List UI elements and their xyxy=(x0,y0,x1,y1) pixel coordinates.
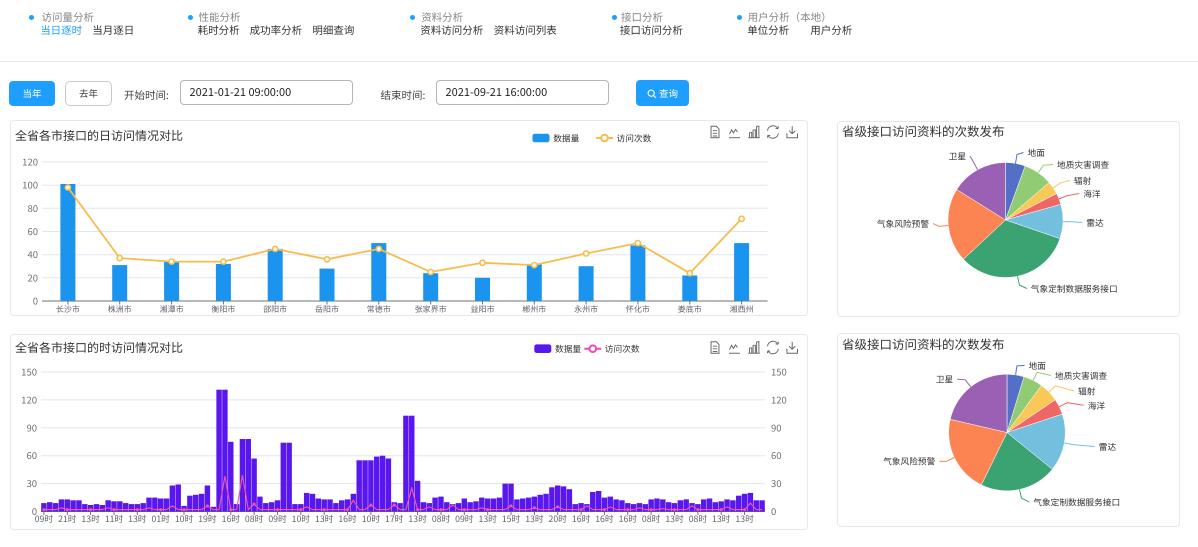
svg-text:湘潭市: 湘潭市 xyxy=(160,304,184,315)
svg-text:13时: 13时 xyxy=(665,512,684,525)
svg-text:雷达: 雷达 xyxy=(1086,216,1104,229)
svg-text:省级接口访问资料的次数发布: 省级接口访问资料的次数发布 xyxy=(842,122,1005,140)
svg-text:0: 0 xyxy=(33,294,38,308)
svg-text:湘西州: 湘西州 xyxy=(730,304,754,315)
svg-text:30: 30 xyxy=(771,476,782,490)
svg-text:08时: 08时 xyxy=(689,512,708,525)
svg-text:09时: 09时 xyxy=(268,512,287,525)
svg-text:海洋: 海洋 xyxy=(1083,187,1101,200)
svg-text:数据量: 数据量 xyxy=(553,132,579,145)
svg-text:雷达: 雷达 xyxy=(1099,440,1117,453)
svg-text:13时: 13时 xyxy=(408,512,427,525)
svg-text:150: 150 xyxy=(771,365,787,379)
svg-text:全省各市接口的时访问情况对比: 全省各市接口的时访问情况对比 xyxy=(15,339,183,356)
svg-text:13时: 13时 xyxy=(525,512,544,525)
svg-text:邵阳市: 邵阳市 xyxy=(263,304,287,315)
svg-text:10时: 10时 xyxy=(362,512,381,525)
svg-text:0: 0 xyxy=(771,504,776,518)
svg-text:16时: 16时 xyxy=(595,512,614,525)
svg-text:辐射: 辐射 xyxy=(1074,174,1092,187)
svg-text:益阳市: 益阳市 xyxy=(471,304,495,315)
svg-text:11时: 11时 xyxy=(105,512,124,525)
svg-text:60: 60 xyxy=(27,224,38,238)
svg-text:10时: 10时 xyxy=(175,512,194,525)
svg-text:09时: 09时 xyxy=(35,512,54,525)
svg-text:19时: 19时 xyxy=(198,512,217,525)
svg-text:13时: 13时 xyxy=(315,512,334,525)
svg-text:气象定制数据服务接口: 气象定制数据服务接口 xyxy=(1031,282,1118,295)
svg-text:120: 120 xyxy=(22,155,38,169)
svg-text:气象风险预警: 气象风险预警 xyxy=(877,217,929,230)
svg-text:地质灾害调查: 地质灾害调查 xyxy=(1057,158,1109,171)
svg-text:数据量: 数据量 xyxy=(555,342,581,355)
svg-text:17时: 17时 xyxy=(385,512,404,525)
svg-text:怀化市: 怀化市 xyxy=(626,304,650,315)
svg-text:株洲市: 株洲市 xyxy=(108,304,132,315)
svg-text:120: 120 xyxy=(21,392,37,406)
svg-text:全省各市接口的日访问情况对比: 全省各市接口的日访问情况对比 xyxy=(15,127,183,144)
svg-text:气象风险预警: 气象风险预警 xyxy=(883,455,935,468)
svg-text:21时: 21时 xyxy=(58,512,77,525)
svg-text:08时: 08时 xyxy=(642,512,661,525)
svg-text:16时: 16时 xyxy=(222,512,241,525)
svg-text:访问次数: 访问次数 xyxy=(617,132,652,145)
svg-text:13时: 13时 xyxy=(81,512,100,525)
svg-text:娄底市: 娄底市 xyxy=(678,304,702,315)
svg-text:辐射: 辐射 xyxy=(1078,385,1096,398)
svg-text:永州市: 永州市 xyxy=(574,304,598,315)
svg-text:16时: 16时 xyxy=(338,512,357,525)
svg-text:张家界市: 张家界市 xyxy=(415,304,447,315)
svg-text:地面: 地面 xyxy=(1028,146,1046,159)
svg-text:地质灾害调查: 地质灾害调查 xyxy=(1055,369,1107,382)
svg-text:13时: 13时 xyxy=(712,512,731,525)
svg-text:13时: 13时 xyxy=(735,512,754,525)
svg-text:60: 60 xyxy=(771,448,782,462)
svg-text:90: 90 xyxy=(771,420,782,434)
svg-text:120: 120 xyxy=(771,392,787,406)
svg-text:16时: 16时 xyxy=(572,512,591,525)
svg-text:卫星: 卫星 xyxy=(936,373,954,386)
svg-text:常德市: 常德市 xyxy=(367,304,391,315)
svg-text:长沙市: 长沙市 xyxy=(56,304,80,315)
svg-text:卫星: 卫星 xyxy=(949,150,967,163)
svg-text:30: 30 xyxy=(26,476,37,490)
svg-text:海洋: 海洋 xyxy=(1088,399,1106,412)
svg-text:40: 40 xyxy=(27,247,38,261)
svg-text:150: 150 xyxy=(21,365,37,379)
svg-text:13时: 13时 xyxy=(128,512,147,525)
svg-text:10时: 10时 xyxy=(292,512,311,525)
svg-text:地面: 地面 xyxy=(1029,359,1047,372)
svg-text:气象定制数据服务接口: 气象定制数据服务接口 xyxy=(1033,496,1120,509)
svg-text:20: 20 xyxy=(27,270,38,284)
svg-text:郴州市: 郴州市 xyxy=(522,304,546,315)
svg-text:20时: 20时 xyxy=(549,512,568,525)
svg-text:衡阳市: 衡阳市 xyxy=(211,304,235,315)
svg-text:01时: 01时 xyxy=(152,512,171,525)
svg-text:岳阳市: 岳阳市 xyxy=(315,304,339,315)
svg-text:80: 80 xyxy=(27,201,38,215)
svg-text:08时: 08时 xyxy=(245,512,264,525)
svg-text:13时: 13时 xyxy=(479,512,498,525)
svg-text:15时: 15时 xyxy=(502,512,521,525)
svg-text:08时: 08时 xyxy=(432,512,451,525)
svg-text:90: 90 xyxy=(26,420,37,434)
svg-text:100: 100 xyxy=(22,178,38,192)
svg-text:访问次数: 访问次数 xyxy=(605,342,640,355)
svg-text:16时: 16时 xyxy=(619,512,638,525)
svg-text:09时: 09时 xyxy=(455,512,474,525)
svg-text:省级接口访问资料的次数发布: 省级接口访问资料的次数发布 xyxy=(842,334,1005,353)
svg-text:60: 60 xyxy=(26,448,37,462)
